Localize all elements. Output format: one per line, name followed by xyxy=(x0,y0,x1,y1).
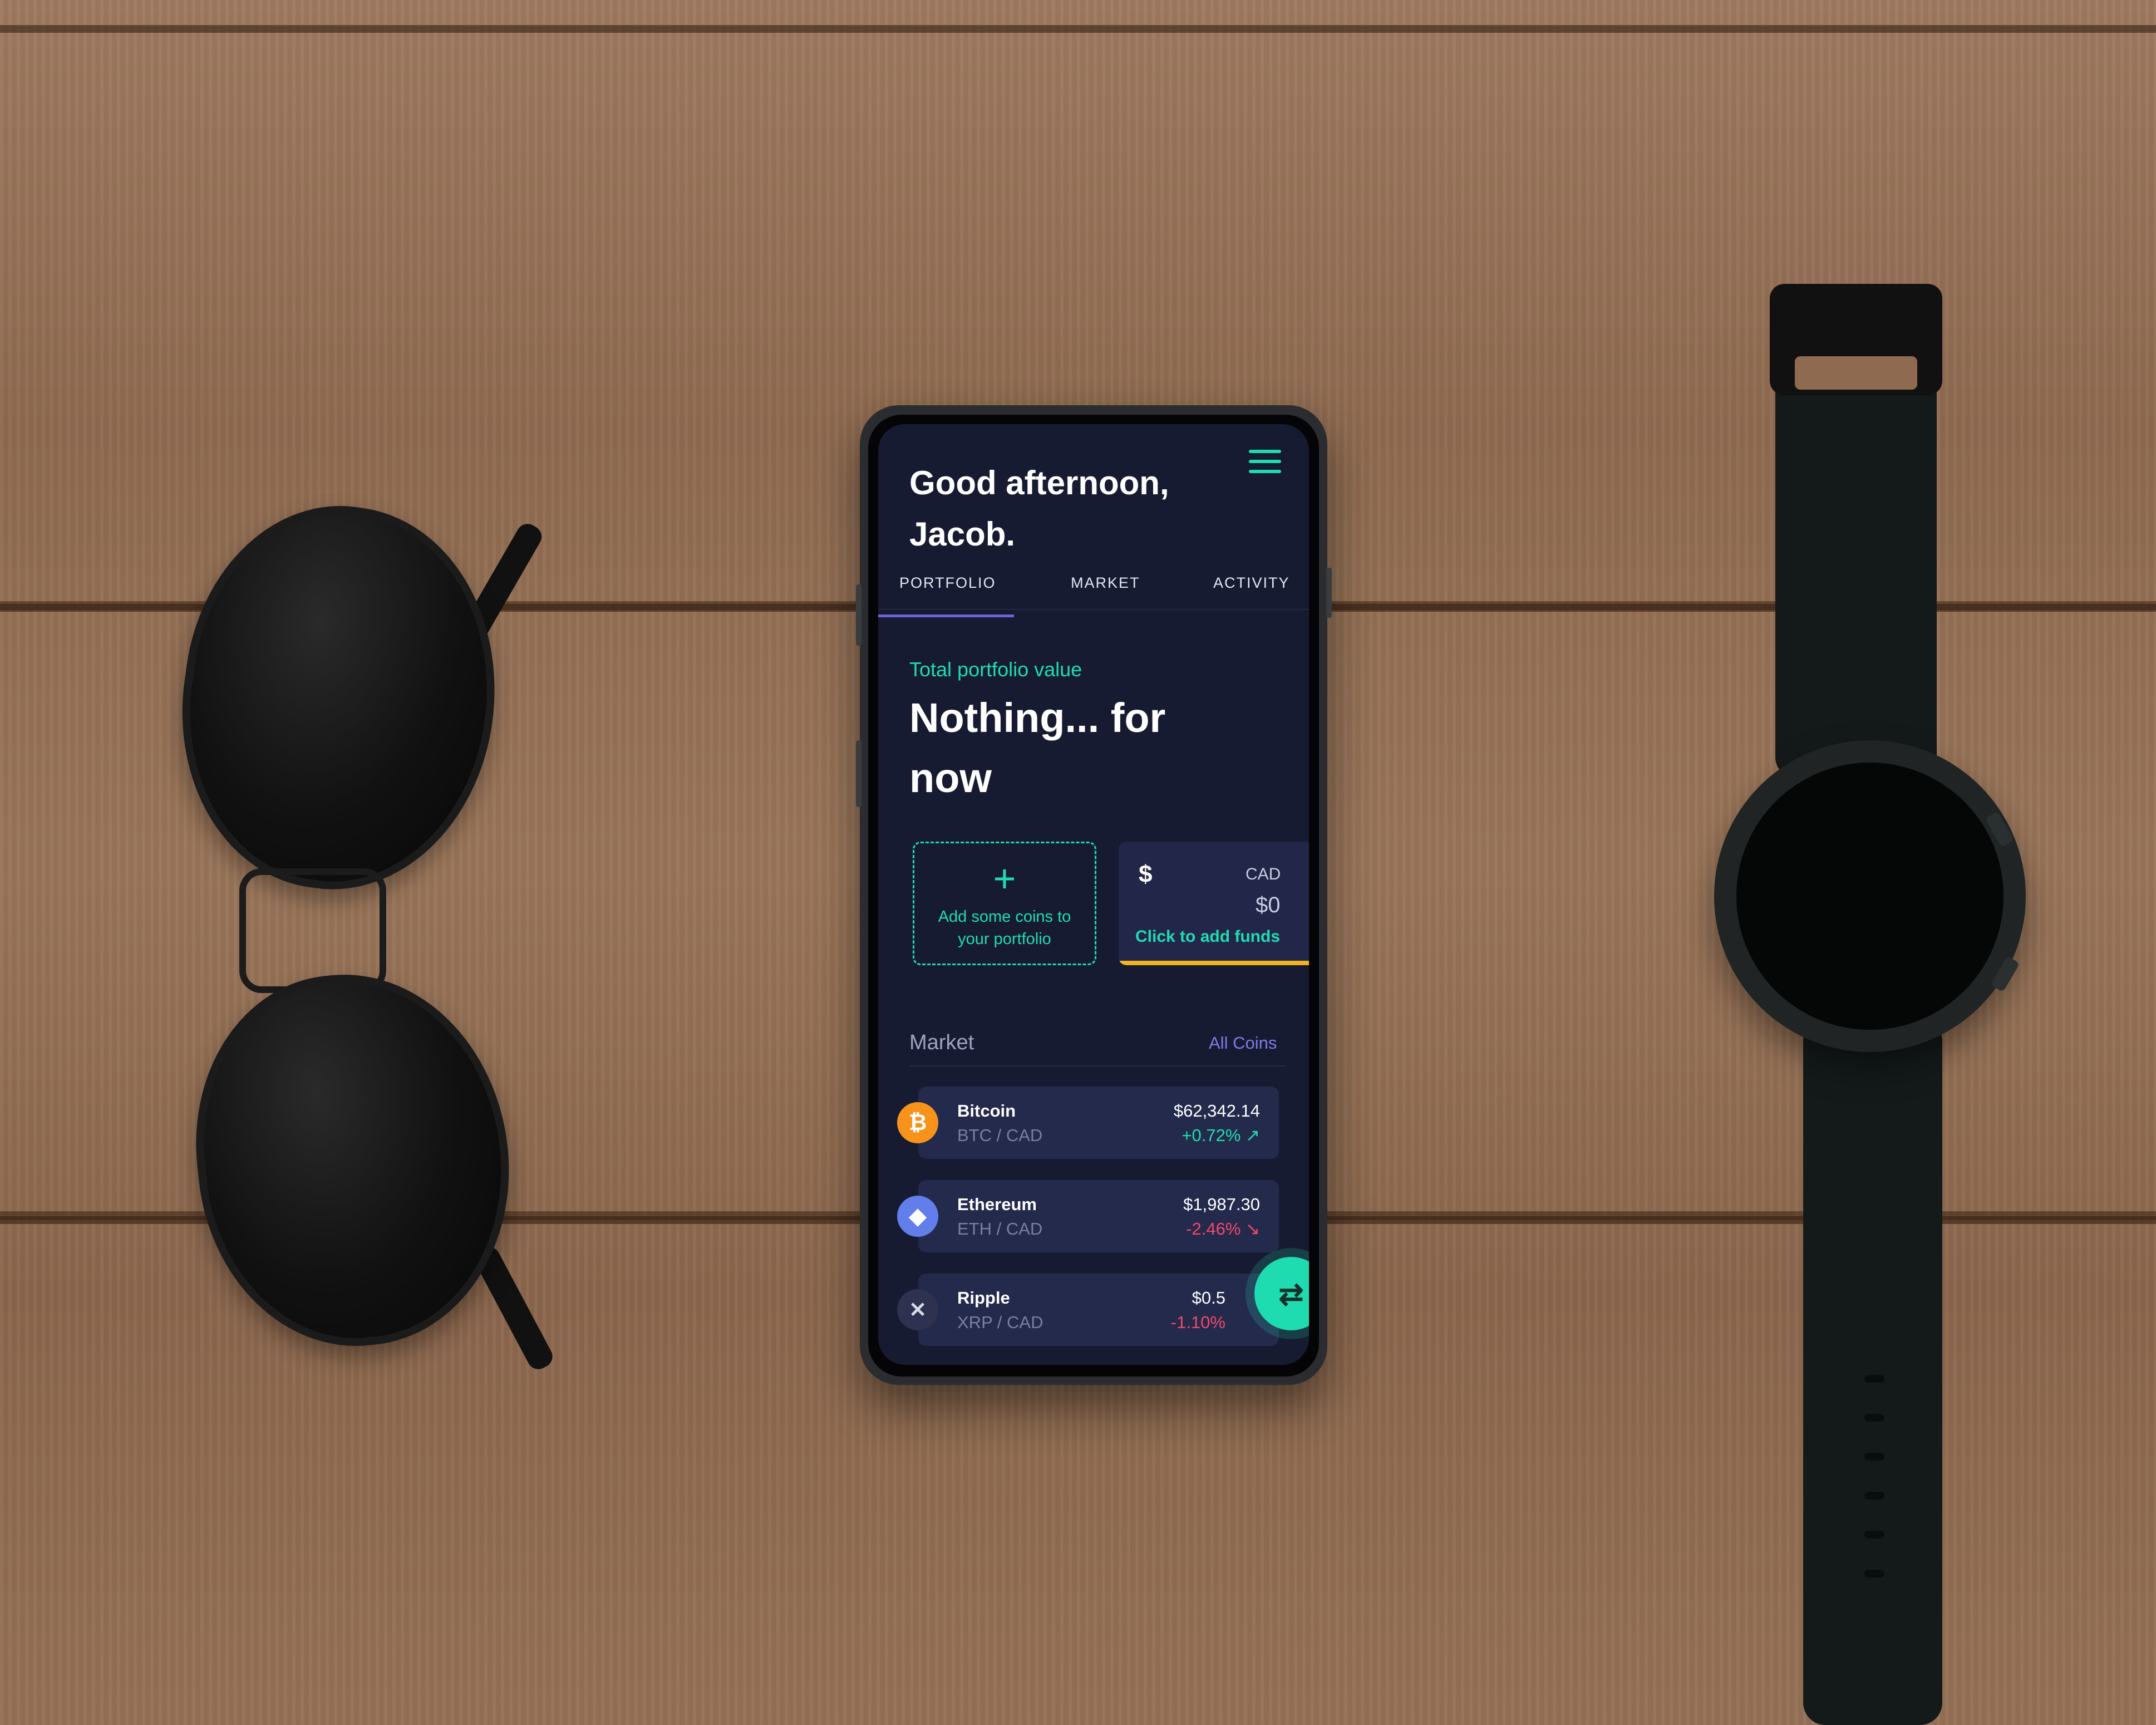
tab-activity[interactable]: ACTIVITY xyxy=(1213,574,1290,592)
all-coins-link[interactable]: All Coins xyxy=(1209,1033,1277,1053)
plus-icon: + xyxy=(993,857,1016,900)
watch-band-hole xyxy=(1864,1375,1884,1383)
coin-row-bitcoin[interactable]: Bitcoin BTC / CAD $62,342.14 +0.72% ↗ xyxy=(918,1087,1279,1159)
cad-balance-card[interactable]: $ CAD $0 Click to add funds xyxy=(1119,842,1309,965)
cad-card-accent-bar xyxy=(1119,961,1309,965)
app-screen: Good afternoon, Jacob. PORTFOLIO MARKET … xyxy=(878,424,1309,1365)
watch-face xyxy=(1736,763,2004,1030)
coin-pair: ETH / CAD xyxy=(957,1219,1043,1239)
coin-row-ethereum[interactable]: Ethereum ETH / CAD $1,987.30 -2.46% ↘ xyxy=(918,1180,1279,1252)
phone-side-key xyxy=(856,740,862,807)
coin-price: $1,987.30 xyxy=(1183,1195,1260,1214)
sunglasses-lens xyxy=(158,486,520,910)
coin-change: -2.46% ↘ xyxy=(1186,1219,1260,1239)
table-plank-seam xyxy=(0,25,2156,33)
phone-side-key xyxy=(1326,568,1332,618)
add-funds-link[interactable]: Click to add funds xyxy=(1135,927,1280,946)
ethereum-icon: ◆ xyxy=(897,1196,938,1237)
sunglasses-lens xyxy=(179,959,527,1362)
watch-band-hole xyxy=(1864,1453,1884,1461)
ripple-icon: ✕ xyxy=(897,1289,938,1330)
watch-band-hole xyxy=(1864,1492,1884,1500)
watch-strap xyxy=(1803,1019,1942,1725)
bitcoin-icon: ₿ xyxy=(897,1102,938,1143)
active-tab-indicator xyxy=(878,615,1014,617)
coin-price: $0.5 xyxy=(1192,1288,1225,1308)
tab-portfolio[interactable]: PORTFOLIO xyxy=(899,574,996,592)
dollar-icon: $ xyxy=(1139,861,1153,888)
tab-bar: PORTFOLIO MARKET ACTIVITY xyxy=(878,574,1309,610)
watch-buckle-loop xyxy=(1795,356,1917,390)
market-section-title: Market xyxy=(909,1031,974,1054)
coin-pair: BTC / CAD xyxy=(957,1126,1043,1145)
portfolio-value: Nothing... for now xyxy=(909,695,1166,801)
tab-market[interactable]: MARKET xyxy=(1071,574,1140,592)
sunglasses-bridge xyxy=(239,868,386,993)
portfolio-value-label: Total portfolio value xyxy=(909,658,1082,681)
phone-side-key xyxy=(856,584,862,646)
coin-price: $62,342.14 xyxy=(1173,1101,1260,1120)
coin-name: Ethereum xyxy=(957,1195,1037,1214)
watch-band-hole xyxy=(1864,1414,1884,1422)
coin-row-ripple[interactable]: Ripple XRP / CAD $0.5 -1.10% xyxy=(918,1274,1279,1346)
watch-band-hole xyxy=(1864,1531,1884,1539)
coin-pair: XRP / CAD xyxy=(957,1313,1043,1332)
cad-currency-code: CAD xyxy=(1246,865,1281,883)
hamburger-menu-icon[interactable] xyxy=(1249,450,1281,475)
add-coins-text: Add some coins to your portfolio xyxy=(938,908,1071,948)
market-divider xyxy=(909,1065,1286,1067)
watch-band-hole xyxy=(1864,1570,1884,1577)
greeting-title: Good afternoon, Jacob. xyxy=(909,464,1169,553)
coin-change: +0.72% ↗ xyxy=(1182,1126,1260,1145)
coin-name: Ripple xyxy=(957,1288,1010,1308)
cad-amount: $0 xyxy=(1256,893,1281,917)
add-coins-card[interactable]: + Add some coins to your portfolio xyxy=(913,842,1096,965)
coin-change: -1.10% xyxy=(1170,1313,1225,1332)
coin-name: Bitcoin xyxy=(957,1101,1016,1120)
